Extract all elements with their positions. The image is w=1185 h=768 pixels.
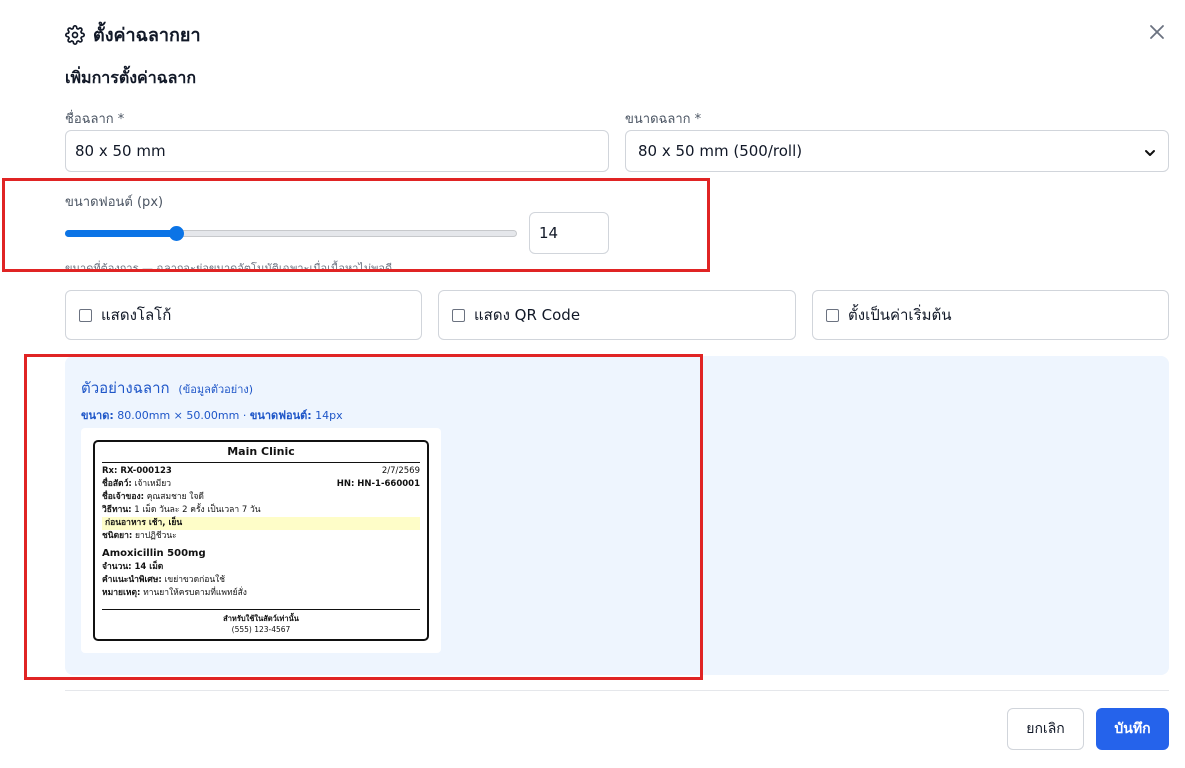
slider-fill bbox=[65, 230, 176, 237]
label-rx: Rx: RX-000123 bbox=[102, 466, 172, 476]
label-date: 2/7/2569 bbox=[381, 466, 420, 476]
gear-icon bbox=[65, 24, 85, 45]
font-size-input[interactable]: 14 bbox=[529, 212, 609, 254]
label-advice-label: คำแนะนำพิเศษ: bbox=[102, 575, 162, 585]
label-qty-row: จำนวน: 14 เม็ด bbox=[102, 561, 420, 574]
label-phone: (555) 123-4567 bbox=[231, 625, 291, 634]
label-type-label: ชนิดยา: bbox=[102, 531, 133, 541]
show-qr-checkbox[interactable] bbox=[452, 308, 465, 322]
close-icon[interactable] bbox=[1147, 22, 1167, 42]
modal-title: ตั้งค่าฉลากยา bbox=[93, 25, 201, 46]
label-advice-row: คำแนะนำพิเศษ: เขย่าขวดก่อนใช้ bbox=[102, 574, 420, 587]
label-type-value: ยาปฏิชีวนะ bbox=[134, 531, 177, 541]
font-size-label: ขนาดฟอนต์ (px) bbox=[65, 195, 164, 210]
label-owner-row: ชื่อเจ้าของ: คุณสมชาย ใจดี bbox=[102, 491, 420, 504]
preview-subtitle: (ข้อมูลตัวอย่าง) bbox=[178, 383, 254, 396]
label-footer: สำหรับใช้ในสัตว์เท่านั้น (555) 123-4567 bbox=[102, 609, 420, 635]
label-size-select[interactable]: 80 x 50 mm (500/roll) bbox=[625, 130, 1169, 172]
set-default-label: ตั้งเป็นค่าเริ่มต้น bbox=[848, 306, 952, 324]
set-default-option[interactable]: ตั้งเป็นค่าเริ่มต้น bbox=[812, 290, 1169, 340]
label-owner-label: ชื่อเจ้าของ: bbox=[102, 492, 144, 502]
label-clinic: Main Clinic bbox=[102, 442, 420, 463]
preview-font-value: 14px bbox=[315, 409, 343, 422]
label-pet-value: เจ้าเหมียว bbox=[134, 479, 171, 489]
label-usage-row: วิธีทาน: 1 เม็ด วันละ 2 ครั้ง เป็นเวลา 7… bbox=[102, 504, 420, 517]
label-size-value: 80 x 50 mm (500/roll) bbox=[638, 142, 803, 160]
show-logo-option[interactable]: แสดงโลโก้ bbox=[65, 290, 422, 340]
preview-font-label: ขนาดฟอนต์: bbox=[249, 409, 312, 422]
preview-title: ตัวอย่างฉลาก (ข้อมูลตัวอย่าง) bbox=[81, 376, 253, 400]
label-name-label: ชื่อฉลาก * bbox=[65, 112, 125, 127]
preview-sep: · bbox=[242, 409, 247, 422]
label-note-label: หมายเหตุ: bbox=[102, 588, 141, 598]
label-pet-label: ชื่อสัตว์: bbox=[102, 479, 132, 489]
label-preview-card: Main Clinic Rx: RX-000123 2/7/2569 ชื่อส… bbox=[81, 428, 441, 653]
section-title: เพิ่มการตั้งค่าฉลาก bbox=[65, 68, 197, 87]
label-drug: Amoxicillin 500mg bbox=[102, 548, 206, 559]
label-hn: HN: HN-1-660001 bbox=[336, 479, 420, 489]
preview-size-label: ขนาด: bbox=[81, 409, 114, 422]
label-name-input[interactable] bbox=[65, 130, 609, 172]
set-default-checkbox[interactable] bbox=[826, 308, 839, 322]
label-footer-text: สำหรับใช้ในสัตว์เท่านั้น bbox=[223, 614, 299, 623]
cancel-button[interactable]: ยกเลิก bbox=[1007, 708, 1084, 750]
chevron-down-icon bbox=[1144, 145, 1156, 157]
preview-meta: ขนาด: 80.00mm × 50.00mm · ขนาดฟอนต์: 14p… bbox=[81, 406, 343, 424]
slider-thumb[interactable] bbox=[168, 226, 184, 241]
label-type-row: ชนิดยา: ยาปฏิชีวนะ bbox=[102, 530, 420, 543]
save-button[interactable]: บันทึก bbox=[1096, 708, 1169, 750]
font-size-slider[interactable] bbox=[65, 226, 517, 241]
modal-header: ตั้งค่าฉลากยา bbox=[65, 20, 201, 49]
label-rx-row: Rx: RX-000123 2/7/2569 bbox=[102, 465, 420, 478]
label-usage-label: วิธีทาน: bbox=[102, 505, 132, 515]
show-qr-option[interactable]: แสดง QR Code bbox=[438, 290, 796, 340]
font-size-hint: ขนาดที่ต้องการ — ฉลากจะย่อขนาดอัตโนมัติเ… bbox=[65, 262, 393, 275]
label-advice-value: เขย่าขวดก่อนใช้ bbox=[164, 575, 226, 585]
label-size-label: ขนาดฉลาก * bbox=[625, 112, 702, 127]
show-qr-label: แสดง QR Code bbox=[474, 306, 581, 324]
label-timing: ก่อนอาหาร เช้า, เย็น bbox=[102, 517, 420, 530]
show-logo-label: แสดงโลโก้ bbox=[101, 306, 172, 324]
label-owner-value: คุณสมชาย ใจดี bbox=[146, 492, 204, 502]
label-usage-value: 1 เม็ด วันละ 2 ครั้ง เป็นเวลา 7 วัน bbox=[134, 505, 261, 515]
show-logo-checkbox[interactable] bbox=[79, 308, 92, 322]
label-preview: Main Clinic Rx: RX-000123 2/7/2569 ชื่อส… bbox=[93, 440, 429, 641]
label-note-value: ทานยาให้ครบตามที่แพทย์สั่ง bbox=[143, 588, 247, 598]
label-note-row: หมายเหตุ: ทานยาให้ครบตามที่แพทย์สั่ง bbox=[102, 587, 420, 600]
label-pet-row: ชื่อสัตว์: เจ้าเหมียว HN: HN-1-660001 bbox=[102, 478, 420, 491]
preview-title-text: ตัวอย่างฉลาก bbox=[81, 379, 170, 397]
footer-divider bbox=[65, 690, 1169, 691]
label-qty: จำนวน: 14 เม็ด bbox=[102, 562, 164, 572]
preview-size-value: 80.00mm × 50.00mm bbox=[117, 409, 240, 422]
